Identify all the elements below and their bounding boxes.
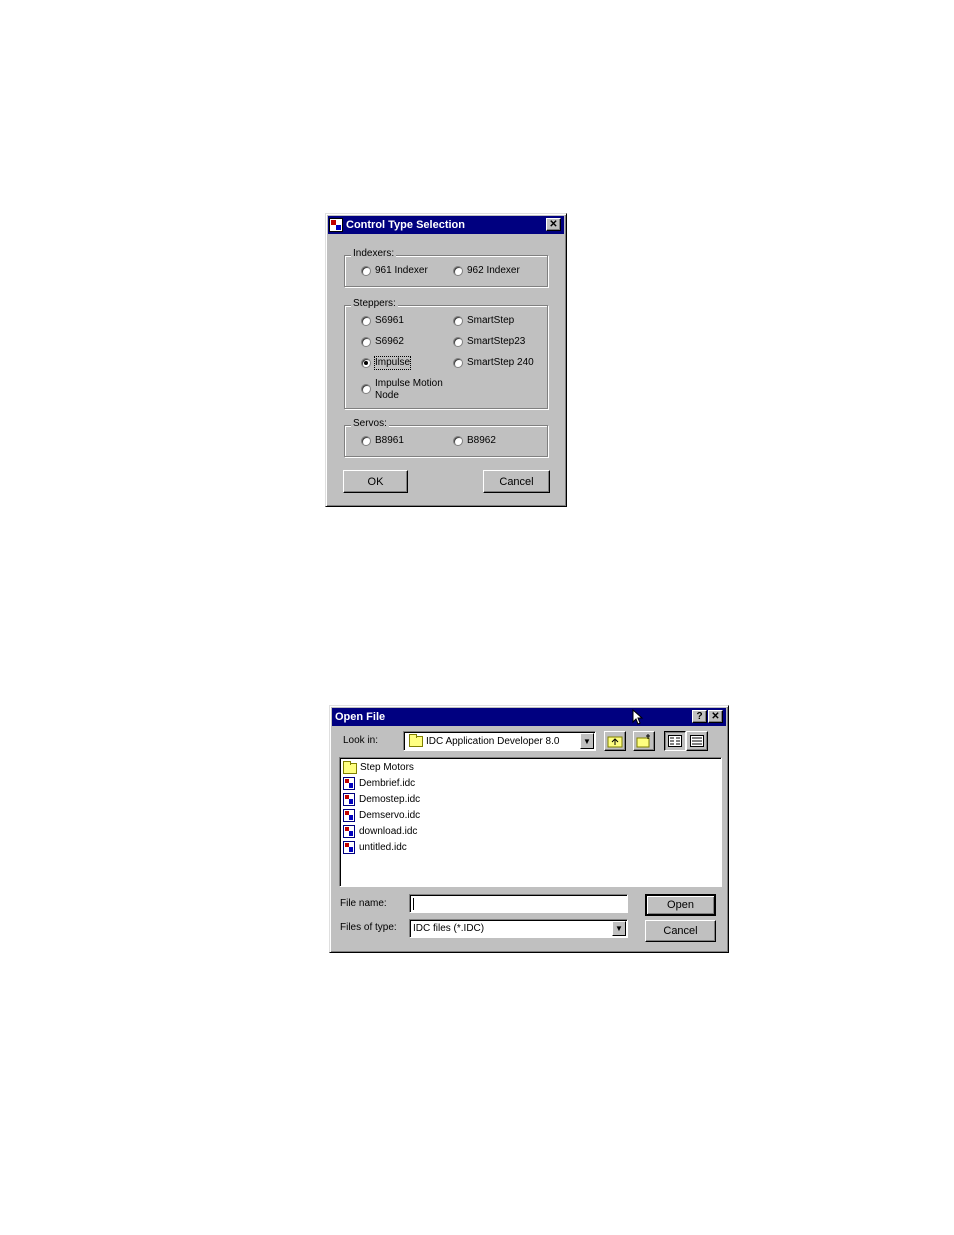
- radio-impulse[interactable]: Impulse: [361, 356, 412, 370]
- idc-file-icon: [343, 777, 355, 790]
- radio-s6961[interactable]: S6961: [361, 315, 404, 327]
- radio-b8961[interactable]: B8961: [361, 435, 404, 447]
- radio-label: SmartStep: [467, 315, 515, 326]
- radio-circle[interactable]: [453, 337, 463, 347]
- indexers-label: Indexers:: [351, 248, 397, 259]
- details-view-icon: [690, 735, 704, 747]
- idc-file-icon: [343, 809, 355, 822]
- radio-label: S6962: [375, 336, 404, 347]
- close-icon[interactable]: ✕: [546, 218, 561, 231]
- radio-circle[interactable]: [361, 436, 371, 446]
- radio-circle[interactable]: [361, 384, 371, 394]
- list-item-file[interactable]: Dembrief.idc: [343, 776, 415, 791]
- file-name: Dembrief.idc: [359, 778, 416, 789]
- details-view-button[interactable]: [686, 731, 708, 751]
- open-dialog-title: Open File: [335, 711, 386, 723]
- list-item-folder[interactable]: Step Motors: [343, 760, 414, 775]
- open-button[interactable]: Open: [645, 894, 716, 916]
- file-name-input[interactable]: [409, 894, 628, 913]
- radio-circle[interactable]: [361, 316, 371, 326]
- dropdown-arrow-icon[interactable]: ▼: [580, 733, 594, 749]
- radio-label: B8961: [375, 435, 404, 446]
- file-name: untitled.idc: [359, 842, 407, 853]
- radio-s6962[interactable]: S6962: [361, 336, 404, 348]
- mouse-cursor-icon: [632, 709, 644, 725]
- radio-label: B8962: [467, 435, 496, 446]
- up-folder-button[interactable]: [604, 731, 626, 751]
- steppers-label: Steppers:: [351, 298, 398, 309]
- radio-label: Impulse Motion Node: [375, 378, 443, 401]
- radio-smartstep-240[interactable]: SmartStep 240: [453, 357, 534, 369]
- look-in-label: Look in:: [343, 735, 379, 746]
- list-view-icon: [668, 735, 682, 747]
- file-name: Step Motors: [360, 762, 414, 773]
- radio-circle[interactable]: [453, 436, 463, 446]
- control-dialog-titlebar[interactable]: Control Type Selection ✕: [328, 216, 564, 234]
- radio-circle[interactable]: [453, 266, 463, 276]
- app-icon: [329, 218, 343, 232]
- file-name: download.idc: [359, 826, 418, 837]
- list-item-file[interactable]: download.idc: [343, 824, 417, 839]
- new-folder-button[interactable]: [633, 731, 655, 751]
- folder-icon: [343, 761, 357, 774]
- cancel-button[interactable]: Cancel: [645, 920, 716, 942]
- dropdown-arrow-icon[interactable]: ▼: [612, 921, 626, 936]
- files-of-type-value: IDC files (*.IDC): [413, 923, 485, 934]
- look-in-dropdown[interactable]: IDC Application Developer 8.0 ▼: [403, 731, 596, 751]
- radio-label: SmartStep 240: [467, 357, 534, 368]
- folder-icon: [409, 733, 423, 747]
- servos-label: Servos:: [351, 418, 389, 429]
- indexers-group: Indexers: 961 Indexer 962 Indexer: [344, 248, 548, 287]
- list-item-file[interactable]: Demostep.idc: [343, 792, 420, 807]
- radio-circle[interactable]: [453, 316, 463, 326]
- radio-label: Impulse: [373, 356, 412, 370]
- files-of-type-label: Files of type:: [340, 922, 397, 933]
- file-name-label: File name:: [340, 898, 387, 909]
- open-file-dialog: Open File ? ✕ Look in: IDC Application D…: [329, 705, 729, 953]
- radio-impulse-motion-node[interactable]: Impulse Motion Node: [361, 378, 445, 402]
- cancel-button[interactable]: Cancel: [483, 470, 550, 493]
- servos-group: Servos: B8961 B8962: [344, 418, 548, 457]
- list-item-file[interactable]: Demservo.idc: [343, 808, 420, 823]
- radio-circle[interactable]: [361, 266, 371, 276]
- radio-label: SmartStep23: [467, 336, 526, 347]
- control-type-dialog: Control Type Selection ✕ Indexers: 961 I…: [325, 213, 567, 507]
- text-caret: [413, 897, 414, 910]
- look-in-value: IDC Application Developer 8.0: [426, 735, 560, 747]
- help-icon[interactable]: ?: [692, 710, 707, 723]
- ok-button[interactable]: OK: [343, 470, 408, 493]
- close-icon[interactable]: ✕: [708, 710, 723, 723]
- radio-circle-selected[interactable]: [361, 358, 371, 368]
- files-of-type-dropdown[interactable]: IDC files (*.IDC) ▼: [409, 919, 628, 938]
- new-folder-icon: [636, 734, 650, 748]
- radio-smartstep[interactable]: SmartStep: [453, 315, 514, 327]
- list-view-button[interactable]: [664, 731, 686, 751]
- idc-file-icon: [343, 825, 355, 838]
- radio-smartstep23[interactable]: SmartStep23: [453, 336, 525, 348]
- idc-file-icon: [343, 793, 355, 806]
- radio-label: 962 Indexer: [467, 265, 520, 276]
- radio-label: 961 Indexer: [375, 265, 428, 276]
- up-folder-icon: [607, 736, 623, 748]
- file-list[interactable]: Step Motors Dembrief.idc Demostep.idc De…: [339, 757, 722, 887]
- radio-circle[interactable]: [361, 337, 371, 347]
- file-name: Demostep.idc: [359, 794, 421, 805]
- radio-961-indexer[interactable]: 961 Indexer: [361, 265, 428, 277]
- radio-b8962[interactable]: B8962: [453, 435, 496, 447]
- radio-962-indexer[interactable]: 962 Indexer: [453, 265, 520, 277]
- radio-circle[interactable]: [453, 358, 463, 368]
- open-dialog-titlebar[interactable]: Open File ? ✕: [332, 708, 726, 726]
- list-item-file[interactable]: untitled.idc: [343, 840, 407, 855]
- idc-file-icon: [343, 841, 355, 854]
- steppers-group: Steppers: S6961 SmartStep S6962 SmartSte…: [344, 298, 548, 409]
- file-name: Demservo.idc: [359, 810, 421, 821]
- radio-label: S6961: [375, 315, 404, 326]
- control-dialog-title: Control Type Selection: [346, 219, 465, 231]
